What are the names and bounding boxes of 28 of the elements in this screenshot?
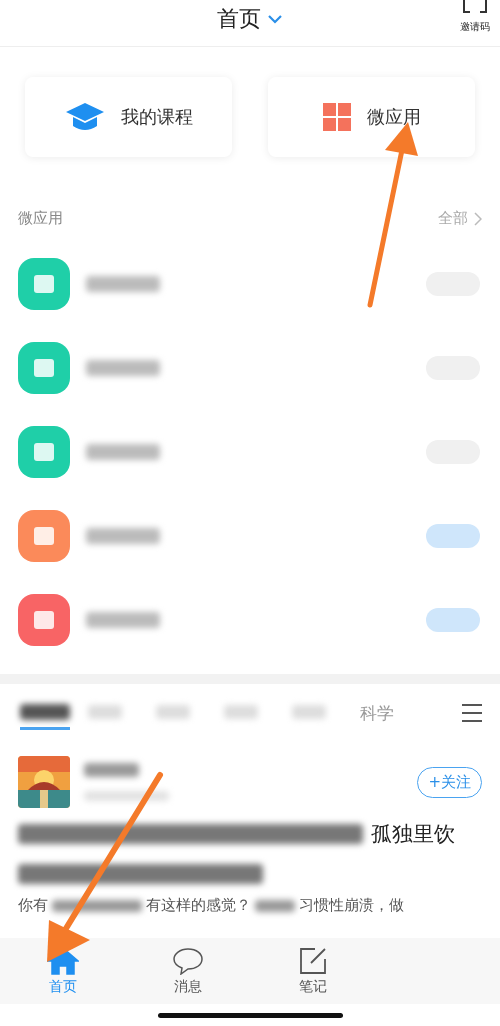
scan-icon[interactable] bbox=[462, 0, 488, 14]
app-icon[interactable] bbox=[18, 342, 70, 394]
section-title: 微应用 bbox=[18, 209, 63, 228]
blurred-text bbox=[84, 763, 139, 777]
menu-icon[interactable] bbox=[462, 704, 482, 722]
article-excerpt: 你有 bbox=[18, 896, 48, 915]
blurred-button[interactable] bbox=[426, 524, 480, 548]
graduation-cap-icon bbox=[64, 101, 105, 133]
grid-icon bbox=[322, 103, 351, 131]
tab-bar-item[interactable]: 笔记 bbox=[250, 938, 375, 1004]
chevron-down-icon[interactable] bbox=[267, 14, 283, 24]
app-icon[interactable] bbox=[18, 594, 70, 646]
app-icon[interactable] bbox=[18, 258, 70, 310]
shortcut-card[interactable]: 我的课程 bbox=[25, 77, 232, 157]
chevron-right-icon[interactable] bbox=[474, 211, 482, 226]
shortcut-card[interactable]: 微应用 bbox=[268, 77, 475, 157]
app-icon[interactable] bbox=[18, 510, 70, 562]
article-excerpt: 有这样的感觉？ bbox=[146, 896, 251, 915]
blurred-button[interactable] bbox=[426, 608, 480, 632]
follow-button[interactable]: +关注 bbox=[417, 766, 482, 798]
page-title[interactable]: 首页 bbox=[217, 4, 261, 34]
chat-bubble-icon bbox=[171, 946, 204, 975]
app-icon[interactable] bbox=[18, 426, 70, 478]
article-title[interactable]: 孤独里饮 bbox=[371, 820, 455, 848]
tab-bar-item[interactable]: 消息 bbox=[125, 938, 250, 1004]
blurred-text bbox=[255, 899, 295, 912]
article-excerpt: 习惯性崩溃，做 bbox=[299, 896, 404, 915]
invite-code-label[interactable]: 邀请码 bbox=[460, 20, 490, 34]
